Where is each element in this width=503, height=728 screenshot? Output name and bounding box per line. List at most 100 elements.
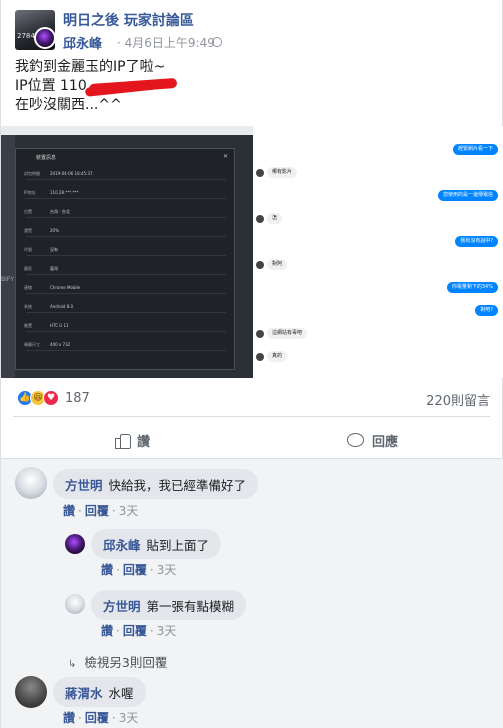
chat-bubble-sent: 對吧?	[475, 305, 498, 316]
info-row-divider	[26, 274, 226, 275]
info-row-key: 系統	[24, 304, 32, 309]
separator-dot: ·	[116, 624, 120, 638]
browser-tabs	[1, 126, 253, 135]
photo-device-info[interactable]: BIFY 裝置訊息 ✕ 封包時間 2019-04-06 18:45:37 IP地址 1…	[1, 126, 253, 378]
commenter-avatar[interactable]	[15, 676, 47, 708]
post-text-line: 在吵沒關西...^^	[15, 97, 122, 113]
comment-time[interactable]: 3天	[119, 711, 139, 725]
info-row-key: 連線	[24, 285, 32, 290]
chat-bubble-text: 您使用的是一邊傳電信	[442, 192, 493, 198]
commenter-name[interactable]: 邱永峰	[103, 535, 141, 554]
screenshot-sidebar	[1, 135, 15, 378]
post-text: 我釣到金麗玉的IP了啦~ IP位置 110. 在吵沒關西...^^	[15, 58, 485, 115]
chat-bubble-received: 對阿	[267, 259, 288, 270]
poster-avatar[interactable]	[34, 27, 56, 49]
info-row-divider	[26, 179, 226, 180]
comment-like-link[interactable]: 讚	[101, 624, 113, 638]
comment-like-link[interactable]: 讚	[63, 711, 75, 725]
comment-text: 貼到上面了	[146, 537, 210, 553]
reaction-summary[interactable]: 👍 😆 ♥ 187	[17, 390, 90, 406]
comment-reply-link[interactable]: 回覆	[123, 624, 147, 638]
comment-actions: 讚 · 回覆 · 3天	[101, 622, 176, 639]
separator-dot: ·	[149, 624, 154, 638]
commenter-name[interactable]: 方世明	[65, 475, 103, 494]
post-timestamp[interactable]: · 4月6日上午9:49	[117, 34, 215, 51]
like-button-label: 讚	[137, 434, 151, 450]
info-row-value: 沒有	[50, 247, 58, 252]
like-button[interactable]: 讚	[115, 430, 150, 450]
love-reaction-icon: ♥	[43, 390, 59, 406]
info-row-divider	[26, 217, 226, 218]
comment-button[interactable]: 回應	[347, 430, 398, 450]
chat-avatar	[256, 169, 264, 177]
info-row-value: Chrome Mobile	[50, 285, 81, 290]
info-row-divider	[26, 312, 226, 313]
info-row-value: 台灣 · 台北	[50, 209, 70, 214]
chat-bubble-sent: 我有沒有說中?	[455, 236, 498, 247]
comment-reply-link[interactable]: 回覆	[85, 711, 109, 725]
info-row-key: IP地址	[24, 190, 36, 195]
chat-bubble-text: 你電量剩下的34%	[451, 284, 493, 290]
info-row-value: 臺灣	[50, 266, 58, 271]
comment-time[interactable]: 3天	[157, 624, 177, 638]
commenter-avatar[interactable]	[65, 534, 85, 554]
info-row-key: 代號	[24, 247, 32, 252]
device-info-title: 裝置訊息	[36, 155, 57, 161]
comment-text: 快給我，我已經準備好了	[108, 477, 247, 493]
reply-bubble: 邱永峰 貼到上面了	[91, 529, 222, 559]
poster-name-link[interactable]: 邱永峰	[63, 33, 102, 52]
comment-actions: 讚 · 回覆 · 3天	[101, 561, 176, 578]
chat-avatar	[256, 215, 264, 223]
group-avatar-text: 2784	[17, 32, 35, 40]
comment-time[interactable]: 3天	[119, 504, 139, 518]
comment-bubble-icon	[347, 433, 364, 447]
chat-bubble-sent: 您使用的是一邊傳電信	[437, 190, 498, 201]
info-row-divider	[26, 331, 226, 332]
info-row-value: HTC U 11	[50, 323, 69, 328]
separator-dot: ·	[149, 563, 154, 577]
info-row-key: 國家	[24, 266, 32, 271]
comment-button-label: 回應	[372, 434, 399, 450]
separator-dot: ·	[116, 563, 120, 577]
comment-bubble: 蔣渭水 水喔	[53, 677, 146, 707]
chat-bubble-sent: 你電量剩下的34%	[446, 282, 498, 293]
comment-like-link[interactable]: 讚	[63, 504, 75, 518]
info-row-key: 位置	[24, 209, 32, 214]
chat-bubble-text: 這網站有毒吧	[272, 330, 303, 336]
commenter-avatar[interactable]	[65, 594, 85, 614]
info-row-divider	[26, 293, 226, 294]
info-row-value: Android 8.0	[50, 304, 74, 309]
group-name-link[interactable]: 明日之後 玩家討論區	[63, 10, 194, 30]
view-more-replies-link[interactable]: ↳ 檢視另3則回覆	[68, 652, 167, 671]
info-row-value: 400 x 732	[50, 342, 71, 347]
chat-bubble-text: 趕緊刷片看一下	[457, 146, 493, 152]
chat-bubble-text: 我有沒有說中?	[460, 238, 493, 244]
info-row-key: 裝置	[24, 323, 32, 328]
chat-bubble-received: 真的	[267, 351, 288, 362]
commenter-avatar[interactable]	[15, 467, 47, 499]
chat-bubble-text: 哪有影片	[272, 169, 293, 175]
photo-chat[interactable]: 趕緊刷片看一下 哪有影片 您使用的是一邊傳電信怎我有沒有說中? 對阿 你電量剩下的34%…	[255, 126, 503, 378]
comment-actions: 讚 · 回覆 · 3天	[63, 709, 138, 726]
reply-arrow-icon: ↳	[68, 659, 77, 670]
reaction-count: 187	[65, 390, 90, 406]
view-more-replies-label: 檢視另3則回覆	[84, 655, 168, 670]
comment-like-link[interactable]: 讚	[101, 563, 113, 577]
comment-reply-link[interactable]: 回覆	[123, 563, 147, 577]
commenter-name[interactable]: 蔣渭水	[65, 683, 103, 702]
post-text-line: 我釣到金麗玉的IP了啦~	[15, 59, 166, 75]
close-icon: ✕	[222, 153, 228, 160]
comment-time[interactable]: 3天	[157, 563, 177, 577]
comment-actions: 讚 · 回覆 · 3天	[63, 502, 138, 519]
chat-bubble-text: 對阿	[272, 261, 283, 267]
info-row-value: 2019-04-06 18:45:37	[50, 171, 93, 176]
info-row-key: 螢幕尺寸	[24, 342, 40, 347]
separator-dot: ·	[111, 711, 116, 725]
info-row-divider	[26, 198, 226, 199]
comment-reply-link[interactable]: 回覆	[85, 504, 109, 518]
commenter-name[interactable]: 方世明	[103, 596, 141, 615]
comment-count-link[interactable]: 220則留言	[426, 390, 490, 409]
comment-text: 第一張有點模糊	[146, 598, 235, 614]
info-row-divider	[26, 236, 226, 237]
comment-text: 水喔	[108, 685, 134, 701]
